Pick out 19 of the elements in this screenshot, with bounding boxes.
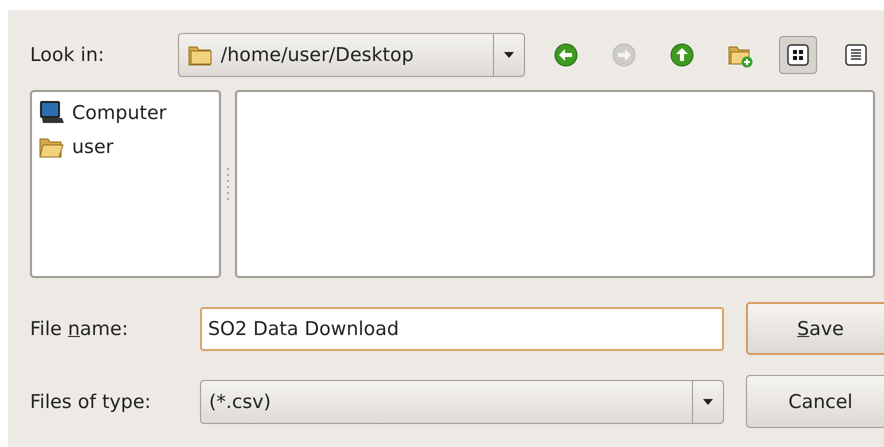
save-button[interactable]: Save	[746, 302, 884, 355]
icon-view-button[interactable]	[779, 36, 818, 74]
place-item[interactable]: user	[38, 134, 213, 160]
list-icon	[845, 44, 868, 66]
file-type-label: Files of type:	[30, 390, 152, 412]
look-in-label: Look in:	[30, 44, 106, 66]
place-item[interactable]: Computer	[38, 100, 213, 126]
caret-icon	[504, 52, 514, 58]
grid-icon	[787, 44, 810, 66]
look-in-dropdown[interactable]: /home/user/Desktop	[178, 33, 526, 77]
cancel-button[interactable]: Cancel	[746, 375, 884, 428]
path-text: /home/user/Desktop	[220, 44, 414, 66]
file-list[interactable]	[235, 90, 875, 278]
file-type-dropdown[interactable]: (*.csv)	[200, 380, 724, 424]
computer-icon	[38, 100, 64, 126]
file-name-field[interactable]: SO2 Data Download	[200, 306, 724, 350]
file-type-text: (*.csv)	[209, 390, 271, 412]
caret-icon	[703, 398, 713, 404]
file-name-label: File name:	[30, 318, 130, 340]
